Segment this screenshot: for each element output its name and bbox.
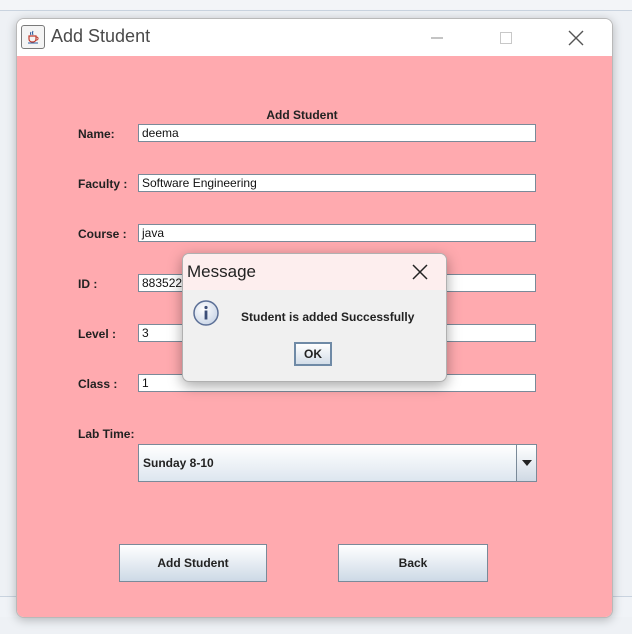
close-icon (412, 264, 428, 280)
dialog-title: Message (187, 262, 256, 281)
background-window-edge (0, 0, 632, 11)
window-title: Add Student (51, 26, 151, 46)
name-field[interactable]: deema (138, 124, 536, 142)
lab-time-label: Lab Time: (78, 427, 135, 441)
chevron-down-icon (521, 460, 532, 466)
title-bar[interactable]: Add Student (17, 19, 612, 56)
info-icon (193, 300, 219, 326)
id-label: ID : (78, 277, 98, 291)
back-button[interactable]: Back (338, 544, 488, 582)
dialog-message: Student is added Successfully (241, 310, 415, 324)
faculty-label: Faculty : (78, 177, 128, 191)
maximize-icon (500, 31, 512, 44)
java-cup-icon (21, 25, 45, 49)
dropdown-arrow-button[interactable] (516, 445, 536, 481)
dialog-close-button[interactable] (405, 258, 435, 286)
dialog-title-bar[interactable]: Message (183, 254, 446, 290)
minimize-button[interactable] (414, 19, 460, 56)
maximize-button[interactable] (483, 19, 529, 56)
add-student-button[interactable]: Add Student (119, 544, 267, 582)
ok-button[interactable]: OK (294, 342, 332, 366)
course-field[interactable]: java (138, 224, 536, 242)
class-label: Class : (78, 377, 118, 391)
faculty-field[interactable]: Software Engineering (138, 174, 536, 192)
minimize-icon (431, 37, 443, 38)
lab-time-selected: Sunday 8-10 (143, 456, 214, 470)
lab-time-dropdown[interactable]: Sunday 8-10 (138, 444, 537, 482)
message-dialog: Message Student is added Successfully OK (182, 253, 447, 382)
course-label: Course : (78, 227, 127, 241)
close-icon (568, 30, 584, 45)
close-button[interactable] (553, 19, 599, 56)
form-heading: Add Student (266, 108, 338, 122)
level-label: Level : (78, 327, 117, 341)
name-label: Name: (78, 127, 115, 141)
